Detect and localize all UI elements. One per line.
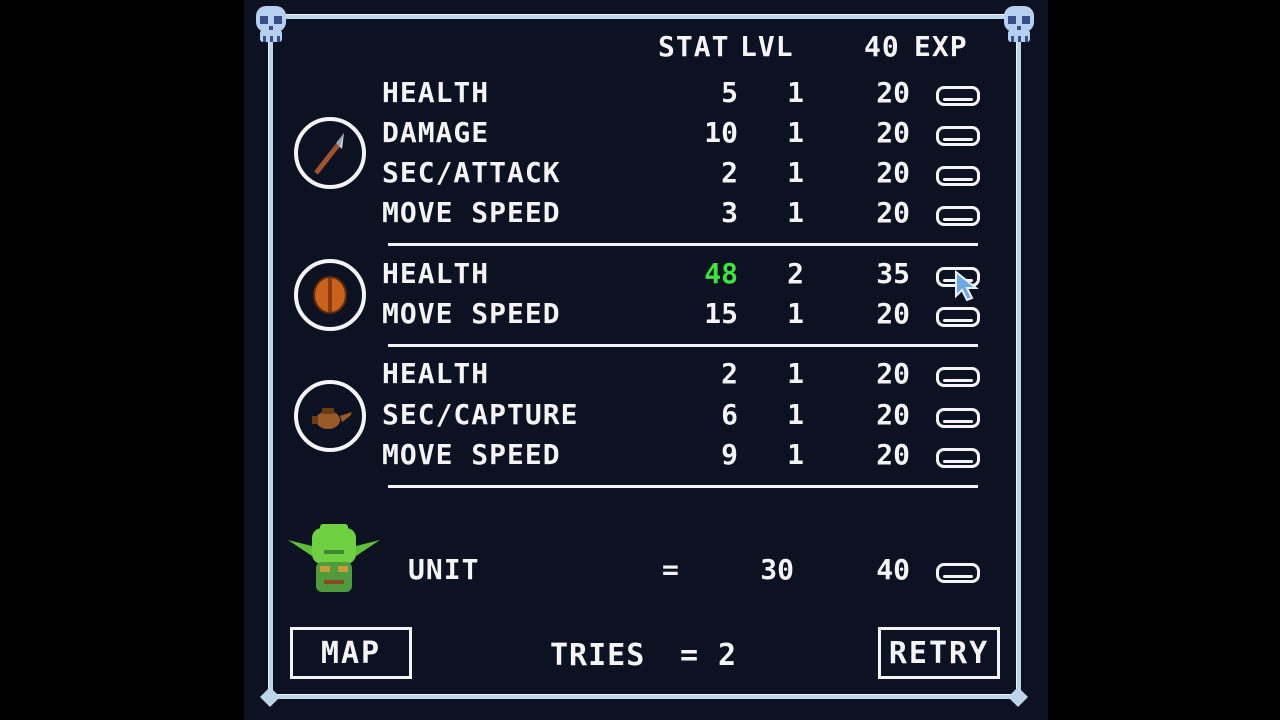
unit-equals: = [662,553,680,586]
upgrade-button[interactable] [936,367,980,387]
stat-exp-cost: 20 [876,297,910,330]
stat-exp-cost: 20 [876,398,910,431]
map-button-label: MAP [320,635,382,671]
stat-value: 9 [721,438,738,471]
stat-name: MOVE SPEED [382,297,561,330]
barrel-slot [294,259,366,331]
stat-value: 3 [721,196,738,229]
spear-slot [294,117,366,189]
upgrade-panel [244,0,1048,720]
stat-name: DAMAGE [382,116,490,149]
stat-value: 2 [721,156,738,189]
tries-value: 2 [718,638,738,673]
tries-equals: = [680,638,700,673]
stat-name: MOVE SPEED [382,438,561,471]
spear-icon [314,133,344,175]
divider [388,485,978,488]
frame-left [268,30,273,696]
stat-value: 5 [721,76,738,109]
stat-level: 1 [787,76,804,109]
barrel-icon [313,276,347,314]
stat-name: SEC/CAPTURE [382,398,579,431]
divider [388,344,978,347]
goblin-icon [288,524,380,592]
skull-icon [1004,6,1034,42]
mouse-cursor-icon [955,270,979,302]
header-lvl: LVL [740,30,794,63]
stat-exp-cost: 20 [876,438,910,471]
map-button[interactable]: MAP [290,627,412,679]
stat-exp-cost: 20 [876,156,910,189]
frame-bottom [270,694,1020,699]
retry-button-label: RETRY [888,635,990,671]
teapot-icon [312,408,352,429]
header-stat: STAT [658,30,730,63]
stat-level: 1 [787,297,804,330]
stat-level: 1 [787,438,804,471]
upgrade-button[interactable] [936,408,980,428]
stat-value: 10 [704,116,738,149]
stat-level: 2 [787,257,804,290]
upgrade-button[interactable] [936,448,980,468]
stat-level: 1 [787,196,804,229]
stat-exp-cost: 20 [876,357,910,390]
frame-top [270,14,1020,19]
unit-exp-cost: 40 [876,553,910,586]
header-exp-cost: 40 [864,30,900,63]
header-exp: EXP [914,30,968,63]
stat-value: 6 [721,398,738,431]
stat-value-upgraded: 48 [704,257,738,290]
teapot-slot [294,380,366,452]
unit-label: UNIT [408,553,480,586]
stat-name: HEALTH [382,357,490,390]
stat-name: HEALTH [382,76,490,109]
stat-value: 15 [704,297,738,330]
stat-level: 1 [787,156,804,189]
frame-knob-icon [1008,687,1028,707]
stat-name: HEALTH [382,257,490,290]
unit-value: 30 [760,553,794,586]
stat-exp-cost: 20 [876,196,910,229]
unit-upgrade-button[interactable] [936,563,980,583]
stat-level: 1 [787,398,804,431]
retry-button[interactable]: RETRY [878,627,1000,679]
stat-value: 2 [721,357,738,390]
stat-level: 1 [787,357,804,390]
stat-exp-cost: 20 [876,76,910,109]
divider [388,243,978,246]
skull-icon [256,6,286,42]
frame-knob-icon [260,687,280,707]
upgrade-button[interactable] [936,307,980,327]
stat-level: 1 [787,116,804,149]
stat-name: SEC/ATTACK [382,156,561,189]
upgrade-button[interactable] [936,86,980,106]
upgrade-button[interactable] [936,126,980,146]
upgrade-button[interactable] [936,206,980,226]
tries-label: TRIES [550,638,646,673]
stat-exp-cost: 35 [876,257,910,290]
frame-right [1016,30,1021,696]
stat-name: MOVE SPEED [382,196,561,229]
upgrade-button[interactable] [936,166,980,186]
stat-exp-cost: 20 [876,116,910,149]
